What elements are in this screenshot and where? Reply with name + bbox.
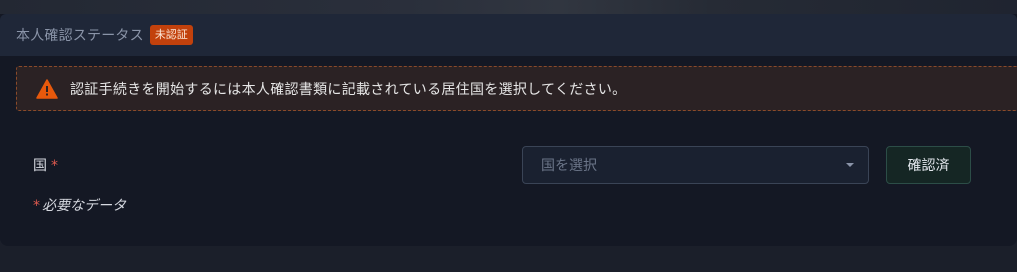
alert-message: 認証手続きを開始するには本人確認書類に記載されている居住国を選択してください。: [70, 81, 627, 98]
panel-header: 本人確認ステータス 未認証: [0, 14, 1017, 56]
country-select[interactable]: 国を選択: [522, 146, 869, 184]
country-label-text: 国: [33, 158, 47, 174]
country-field-label: 国 *: [33, 155, 58, 175]
required-star: *: [51, 158, 58, 174]
caret-down-icon: [846, 163, 854, 167]
country-select-placeholder: 国を選択: [541, 158, 597, 174]
warning-icon: [36, 78, 58, 99]
required-data-note: * 必要なデータ: [33, 195, 126, 215]
warning-alert: 認証手続きを開始するには本人確認書類に記載されている居住国を選択してください。: [16, 66, 1017, 111]
status-badge: 未認証: [149, 25, 193, 45]
confirm-button[interactable]: 確認済: [886, 146, 971, 184]
page-background: [0, 246, 1017, 272]
required-note-star: *: [33, 198, 40, 214]
panel-title: 本人確認ステータス: [16, 28, 144, 44]
identity-verification-panel: 本人確認ステータス 未認証: [0, 14, 1017, 246]
background-banner: [0, 0, 1017, 14]
required-note-text: 必要なデータ: [42, 198, 126, 214]
